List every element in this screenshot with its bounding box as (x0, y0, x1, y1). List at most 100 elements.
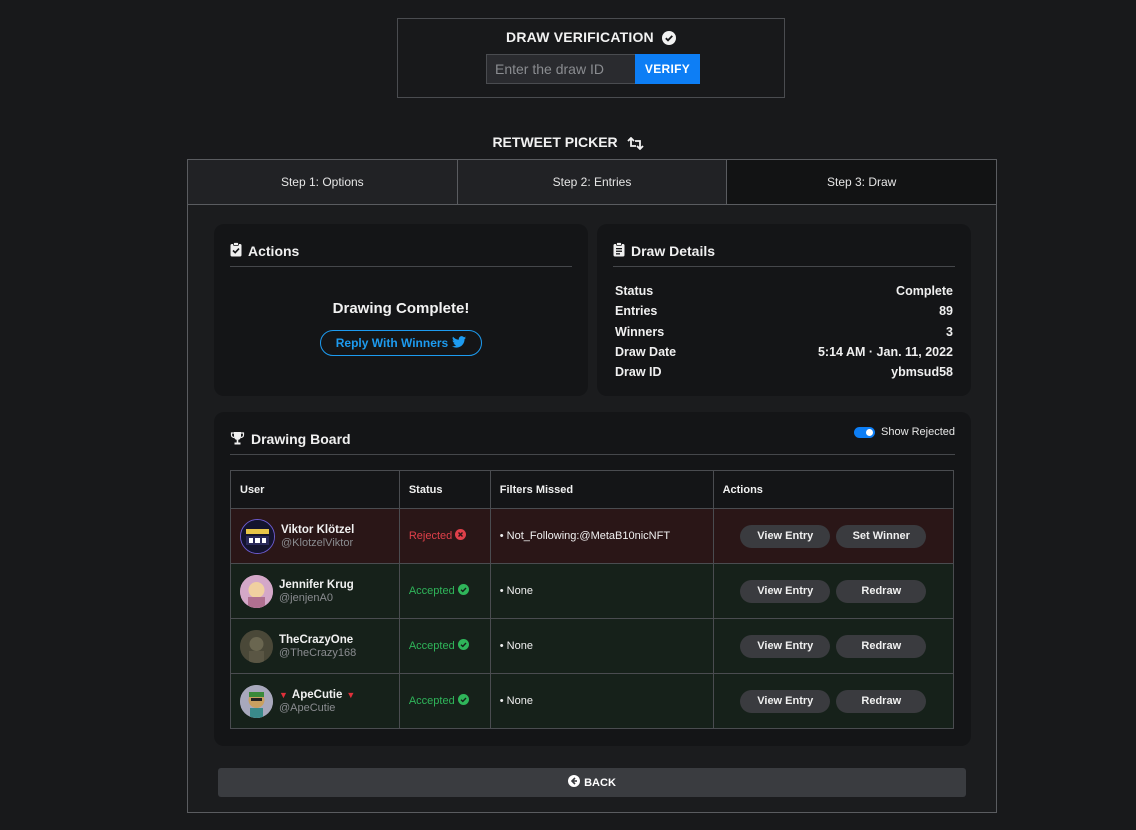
draw-details-card: Draw Details Status Complete Entries 89 Wi… (597, 224, 971, 396)
drawing-complete-message: Drawing Complete! (332, 300, 470, 317)
tab-step-draw[interactable]: Step 3: Draw (727, 160, 997, 204)
actions-title: Actions (248, 243, 300, 259)
actions-card-header: Actions (230, 236, 572, 267)
user-handle[interactable]: @jenjenA0 (279, 592, 354, 604)
picker-title: RETWEET PICKER (492, 134, 618, 150)
check-circle-icon (457, 694, 469, 708)
drawing-board-card: Drawing Board Show Rejected User Status … (214, 412, 971, 746)
redraw-button[interactable]: Redraw (836, 689, 927, 713)
draw-verification-panel: DRAW VERIFICATION VERIFY (397, 18, 785, 98)
detail-row-status: Status Complete (615, 281, 953, 301)
detail-label: Draw Date (615, 345, 677, 360)
table-row: Viktor Klötzel @KlotzelViktor Rejected •… (230, 508, 955, 564)
detail-value: 89 (939, 304, 953, 319)
step-tabs: Step 1: Options Step 2: Entries Step 3: … (188, 160, 997, 205)
avatar[interactable] (240, 518, 275, 554)
redraw-button[interactable]: Redraw (836, 579, 927, 603)
draw-id-input[interactable] (486, 54, 636, 84)
status-cell: Rejected (398, 508, 491, 564)
drawing-board-title: Drawing Board (251, 431, 351, 447)
verification-title: DRAW VERIFICATION (506, 29, 654, 45)
arrow-left-circle-icon (568, 775, 581, 790)
view-entry-button[interactable]: View Entry (740, 689, 831, 713)
status-cell: Accepted (398, 563, 491, 619)
table-header-row: User Status Filters Missed Actions (230, 470, 955, 509)
check-circle-icon (457, 584, 469, 598)
detail-row-entries: Entries 89 (615, 301, 953, 321)
triangle-down-icon: ▼ (346, 689, 356, 700)
check-circle-icon (661, 31, 676, 48)
user-cell: Viktor Klötzel @KlotzelViktor (230, 508, 400, 564)
user-handle[interactable]: @ApeCutie (279, 702, 355, 714)
filters-cell: • None (489, 673, 714, 729)
actions-cell: View Entry Redraw (712, 563, 955, 619)
status-text: Accepted (408, 695, 455, 707)
user-cell: ▼ ApeCutie ▼ @ApeCutie (230, 673, 400, 729)
set-winner-button[interactable]: Set Winner (836, 524, 927, 548)
detail-label: Entries (615, 304, 658, 319)
user-cell: TheCrazyOne @TheCrazy168 (230, 618, 400, 674)
draw-details-title: Draw Details (631, 243, 716, 259)
user-handle[interactable]: @TheCrazy168 (279, 647, 356, 659)
back-button[interactable]: BACK (218, 768, 966, 797)
status-badge: Accepted (409, 584, 481, 598)
triangle-down-icon: ▼ (279, 689, 288, 700)
status-badge: Accepted (409, 639, 481, 653)
column-header-filters: Filters Missed (489, 470, 714, 509)
detail-value: 3 (946, 324, 953, 339)
clipboard-list-icon (613, 242, 625, 260)
reply-with-winners-button[interactable]: Reply With Winners (320, 330, 482, 356)
detail-row-winners: Winners 3 (615, 322, 953, 342)
table-row: Jennifer Krug @jenjenA0 Accepted • None (230, 563, 955, 619)
detail-value: 5:14 AM · Jan. 11, 2022 (817, 345, 953, 360)
x-circle-icon (455, 529, 467, 543)
user-name: Viktor Klötzel (281, 523, 355, 536)
user-cell: Jennifer Krug @jenjenA0 (230, 563, 400, 619)
filters-cell: • None (489, 563, 714, 619)
redraw-button[interactable]: Redraw (836, 634, 927, 658)
detail-row-draw-date: Draw Date 5:14 AM · Jan. 11, 2022 (615, 342, 953, 362)
status-text: Accepted (408, 585, 455, 597)
column-header-user: User (230, 470, 400, 509)
verification-title-row: DRAW VERIFICATION (398, 29, 784, 48)
drawing-board-table: User Status Filters Missed Actions Vikto… (230, 470, 955, 729)
tab-step-options[interactable]: Step 1: Options (188, 160, 458, 204)
show-rejected-label: Show Rejected (881, 426, 955, 438)
table-row: ▼ ApeCutie ▼ @ApeCutie Accepted • None V… (230, 673, 955, 729)
detail-value: Complete (896, 284, 953, 299)
draw-details-list: Status Complete Entries 89 Winners 3 Draw D… (615, 281, 953, 382)
detail-label: Draw ID (615, 365, 662, 380)
retweet-icon (626, 136, 644, 153)
draw-details-header: Draw Details (613, 236, 955, 267)
table-row: TheCrazyOne @TheCrazy168 Accepted • None (230, 618, 955, 674)
verify-button[interactable]: VERIFY (635, 54, 700, 84)
status-text: Rejected (408, 530, 453, 542)
column-header-status: Status (398, 470, 491, 509)
actions-cell: View Entry Redraw (712, 673, 955, 729)
user-name-row: ▼ ApeCutie ▼ (279, 689, 355, 701)
user-name: Jennifer Krug (279, 578, 354, 591)
show-rejected-toggle[interactable] (854, 426, 875, 438)
avatar[interactable] (240, 629, 273, 663)
view-entry-button[interactable]: View Entry (740, 524, 831, 548)
actions-card: Actions Drawing Complete! Reply With Win… (214, 224, 588, 396)
check-circle-icon (457, 639, 469, 653)
user-handle[interactable]: @KlotzelViktor (281, 537, 354, 549)
status-cell: Accepted (398, 618, 491, 674)
filters-cell: • Not_Following:@MetaB10nicNFT (489, 508, 714, 564)
view-entry-button[interactable]: View Entry (740, 634, 831, 658)
trophy-icon (230, 431, 245, 448)
status-cell: Accepted (398, 673, 491, 729)
avatar[interactable] (240, 684, 273, 718)
clipboard-check-icon (230, 242, 242, 260)
actions-cell: View Entry Set Winner (712, 508, 955, 564)
retweet-picker-panel: Step 1: Options Step 2: Entries Step 3: … (187, 159, 997, 813)
user-name: ApeCutie (291, 688, 343, 701)
column-header-actions: Actions (712, 470, 955, 509)
show-rejected-toggle-group[interactable]: Show Rejected (854, 426, 955, 438)
tab-step-entries[interactable]: Step 2: Entries (457, 160, 728, 204)
status-badge: Rejected (409, 529, 481, 543)
avatar[interactable] (240, 574, 273, 608)
view-entry-button[interactable]: View Entry (740, 579, 831, 603)
detail-label: Winners (615, 324, 665, 339)
